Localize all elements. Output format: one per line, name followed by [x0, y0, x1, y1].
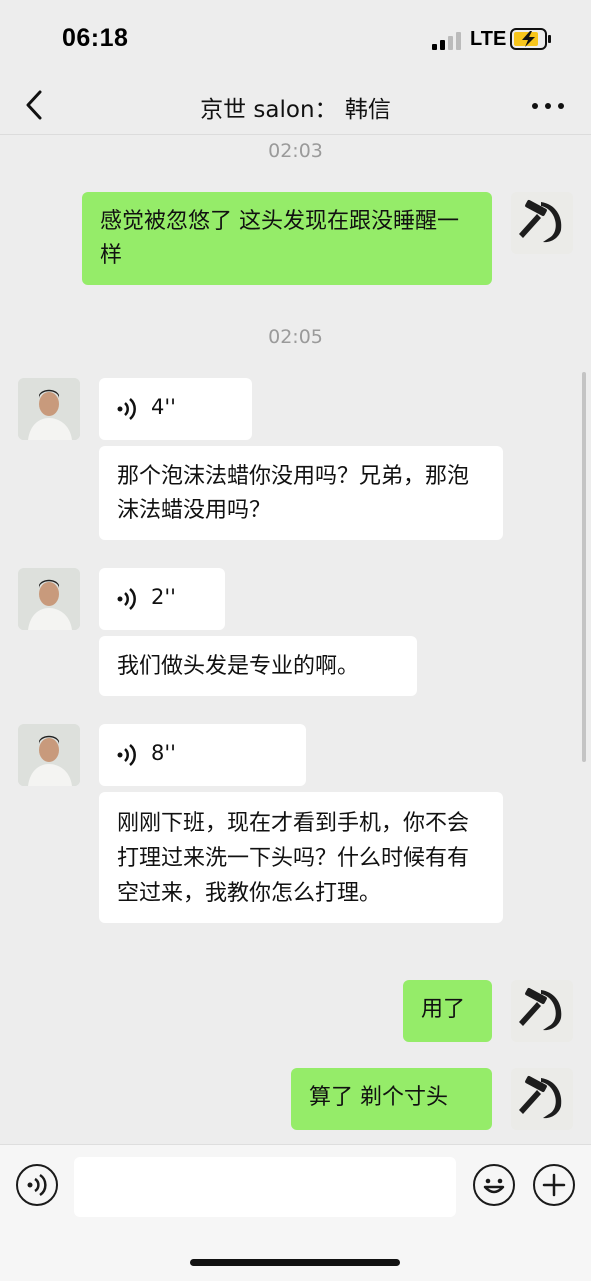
voice-duration: 8'' — [151, 741, 176, 765]
my-avatar[interactable] — [511, 1068, 573, 1130]
status-time: 06:18 — [62, 24, 129, 52]
voice-duration: 4'' — [151, 395, 176, 419]
contact-avatar[interactable] — [18, 724, 80, 786]
timestamp: 02:03 — [268, 140, 323, 162]
network-type: LTE — [470, 28, 507, 50]
voice-duration: 2'' — [151, 585, 176, 609]
contact-avatar[interactable] — [18, 378, 80, 440]
voice-wave-icon — [117, 398, 136, 420]
scrollbar[interactable] — [582, 372, 586, 762]
message-bubble-other[interactable]: 刚刚下班，现在才看到手机，你不会打理过来洗一下头吗？什么时候有有空过来，我教你怎… — [99, 792, 503, 923]
timestamp: 02:05 — [268, 326, 323, 348]
my-avatar[interactable] — [511, 192, 573, 254]
contact-avatar[interactable] — [18, 568, 80, 630]
message-input[interactable] — [74, 1157, 456, 1217]
more-dots-icon[interactable] — [528, 92, 568, 118]
emoji-icon[interactable] — [473, 1164, 515, 1206]
voice-message[interactable]: 4'' — [99, 378, 252, 440]
message-bubble-me[interactable]: 用了 — [403, 980, 492, 1042]
battery-charging-icon — [510, 28, 551, 50]
status-bar: 06:18 LTE — [0, 0, 591, 78]
chat-header: 京世 salon： 韩信 — [0, 78, 591, 135]
signal-icon — [432, 30, 464, 50]
chat-title: 京世 salon： 韩信 — [200, 97, 391, 123]
message-bubble-me[interactable]: 算了 剃个寸头 — [291, 1068, 492, 1130]
voice-wave-icon — [117, 744, 136, 766]
message-bubble-other[interactable]: 那个泡沫法蜡你没用吗？兄弟，那泡沫法蜡没用吗？ — [99, 446, 503, 540]
voice-wave-icon — [117, 588, 136, 610]
message-bubble-me[interactable]: 感觉被忽悠了 这头发现在跟没睡醒一样 — [82, 192, 492, 285]
home-indicator[interactable] — [190, 1259, 400, 1266]
my-avatar[interactable] — [511, 980, 573, 1042]
plus-icon[interactable] — [533, 1164, 575, 1206]
voice-mode-icon[interactable] — [16, 1164, 58, 1206]
message-bubble-other[interactable]: 我们做头发是专业的啊。 — [99, 636, 417, 696]
voice-message[interactable]: 8'' — [99, 724, 306, 786]
voice-message[interactable]: 2'' — [99, 568, 225, 630]
